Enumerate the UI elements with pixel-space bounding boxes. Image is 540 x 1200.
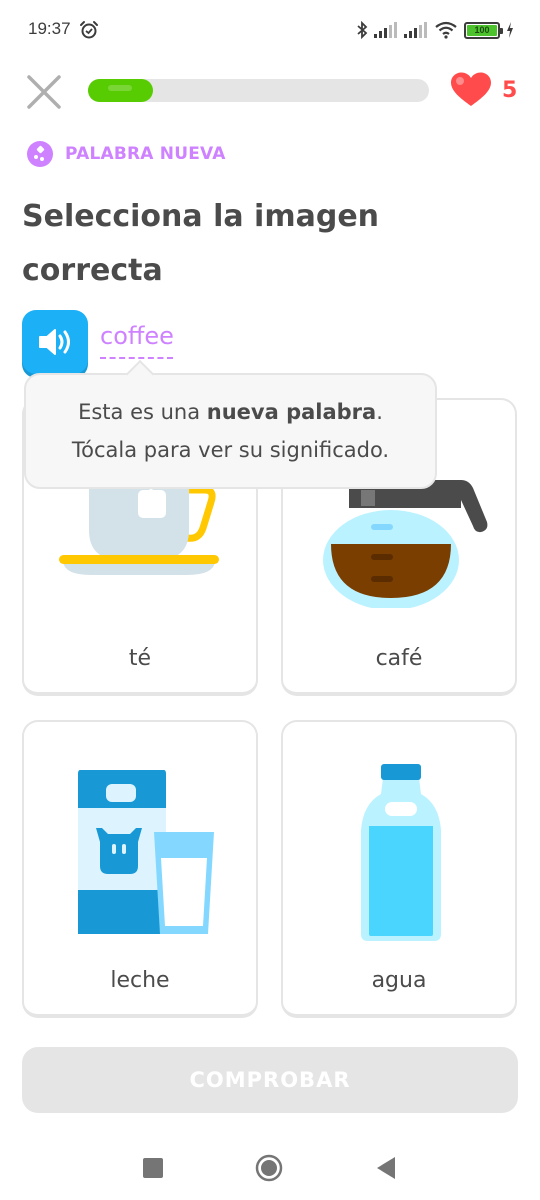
check-button-label: COMPROBAR: [189, 1068, 351, 1092]
wifi-icon: [435, 21, 457, 39]
signal-icon: [404, 22, 427, 38]
word-dashed-underline: [100, 357, 173, 359]
milk-carton-image: [78, 770, 214, 934]
choice-label: té: [128, 646, 152, 671]
coffee-pot-image: [323, 480, 488, 608]
check-button[interactable]: COMPROBAR: [22, 1047, 518, 1113]
lesson-progress-bar: [88, 79, 429, 102]
new-word-link[interactable]: coffee: [100, 322, 174, 350]
badge-label: PALABRA NUEVA: [65, 144, 226, 164]
close-x-icon[interactable]: [26, 74, 62, 110]
choice-label: agua: [371, 968, 427, 993]
tooltip-line1-suffix: .: [376, 400, 383, 424]
new-word-badge: PALABRA NUEVA: [27, 141, 226, 167]
speaker-icon: [39, 329, 70, 355]
new-word-icon: [27, 141, 53, 167]
choice-label: café: [375, 646, 423, 671]
alarm-clock-icon: [80, 21, 98, 39]
status-time: 19:37: [28, 19, 71, 38]
tooltip-line1-bold: nueva palabra: [206, 400, 377, 424]
choice-card-milk[interactable]: leche: [22, 720, 258, 1018]
heart-icon: [451, 72, 491, 106]
tooltip-line1-prefix: Esta es una: [78, 400, 207, 424]
hearts-count: 5: [502, 77, 518, 103]
new-word-tooltip: Esta es una nueva palabra. Tócala para v…: [24, 359, 437, 489]
battery-icon: 100: [464, 21, 503, 39]
charging-bolt-icon: [507, 22, 513, 38]
status-bar: 19:37 100: [0, 0, 540, 60]
bluetooth-icon: [357, 21, 368, 39]
tooltip-line2: Tócala para ver su significado.: [71, 438, 390, 462]
back-triangle-icon[interactable]: [375, 1156, 397, 1180]
page-title: Selecciona la imagen correcta: [22, 199, 380, 288]
play-audio-button[interactable]: [22, 310, 88, 374]
status-icons: 100: [356, 18, 514, 42]
tooltip-arrow: [125, 359, 155, 389]
choice-label: leche: [110, 968, 170, 993]
battery-level: 100: [467, 24, 497, 36]
hearts-counter[interactable]: 5: [450, 72, 517, 108]
signal-icon: [374, 22, 397, 38]
home-circle-icon[interactable]: [255, 1154, 283, 1182]
progress-fill: [88, 79, 153, 102]
choice-card-water[interactable]: agua: [281, 720, 517, 1018]
water-bottle-image: [361, 764, 441, 941]
recents-square-icon[interactable]: [142, 1157, 164, 1179]
system-nav-bar: [0, 1130, 540, 1200]
tooltip-text: Esta es una nueva palabra. Tócala para v…: [72, 393, 389, 469]
